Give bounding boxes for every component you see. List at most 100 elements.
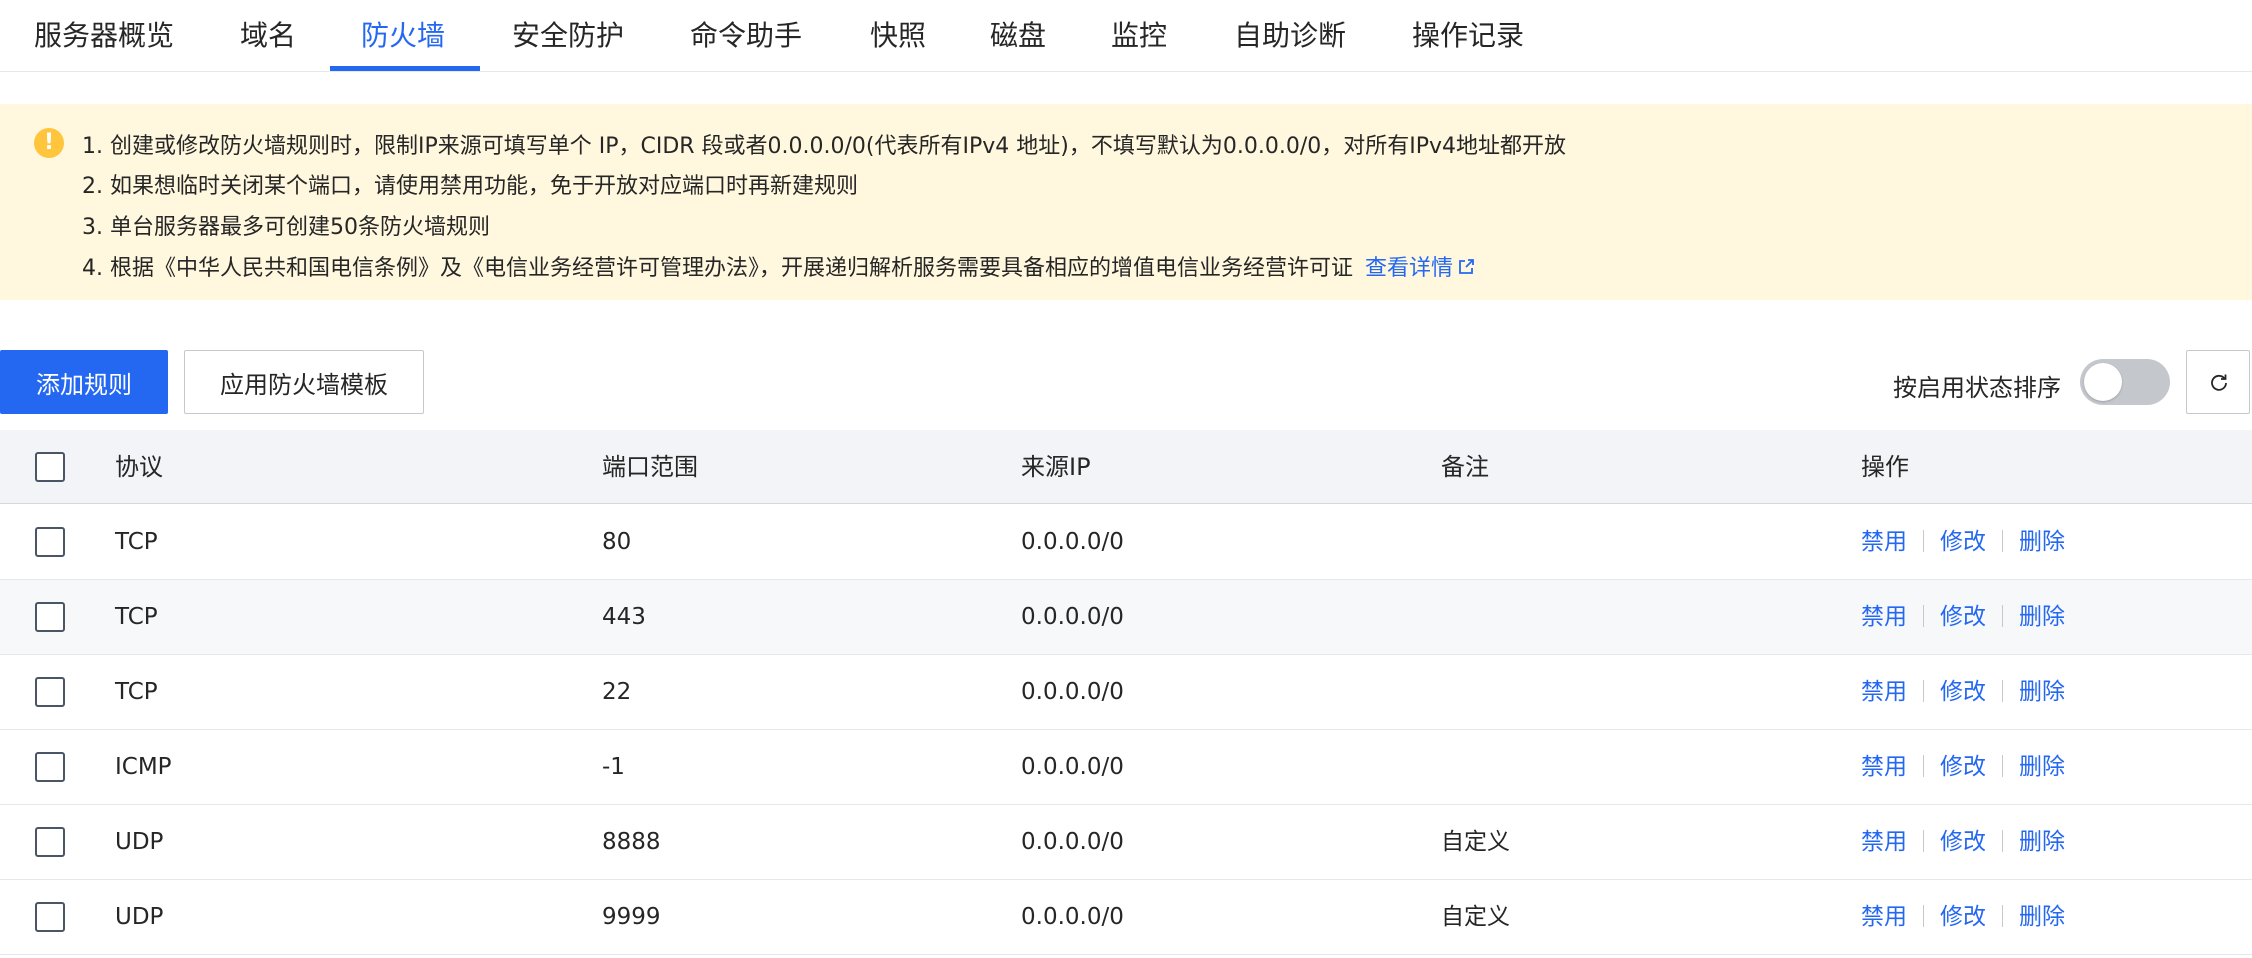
cell-protocol: TCP [115,679,158,705]
cell-port: 443 [602,604,646,630]
disable-link[interactable]: 禁用 [1861,529,1907,555]
edit-link[interactable]: 修改 [1940,529,1986,555]
sort-by-status-label: 按启用状态排序 [1893,374,2061,402]
divider [2002,905,2003,927]
row-checkbox[interactable] [35,902,65,932]
cell-source-ip: 0.0.0.0/0 [1021,829,1124,855]
notice-line-4-wrap: 4. 根据《中华人民共和国电信条例》及《电信业务经营许可管理办法》，开展递归解析… [82,250,1475,282]
table-header: 协议 端口范围 来源IP 备注 操作 [0,430,2252,504]
row-checkbox[interactable] [35,827,65,857]
disable-link[interactable]: 禁用 [1861,679,1907,705]
tab-domain[interactable]: 域名 [240,0,296,72]
disable-link[interactable]: 禁用 [1861,904,1907,930]
active-tab-indicator [330,66,480,71]
toggle-knob [2084,363,2122,401]
divider [1923,680,1924,702]
sort-by-status-toggle[interactable] [2080,359,2170,405]
tab-monitor[interactable]: 监控 [1111,0,1167,72]
table-row: TCP 22 0.0.0.0/0 禁用 修改 删除 [0,655,2252,730]
view-details-link[interactable]: 查看详情 [1365,256,1475,281]
cell-protocol: UDP [115,904,164,930]
cell-protocol: TCP [115,529,158,555]
cell-port: 8888 [602,829,661,855]
column-actions: 操作 [1861,453,1909,481]
table-row: UDP 9999 0.0.0.0/0 自定义 禁用 修改 删除 [0,880,2252,955]
row-checkbox[interactable] [35,602,65,632]
delete-link[interactable]: 删除 [2019,529,2065,555]
divider [1923,530,1924,552]
notice-line-3: 3. 单台服务器最多可创建50条防火墙规则 [82,215,490,240]
edit-link[interactable]: 修改 [1940,679,1986,705]
disable-link[interactable]: 禁用 [1861,829,1907,855]
cell-source-ip: 0.0.0.0/0 [1021,904,1124,930]
tab-firewall[interactable]: 防火墙 [361,0,445,72]
divider [2002,680,2003,702]
view-details-label: 查看详情 [1365,256,1454,281]
table-row: UDP 8888 0.0.0.0/0 自定义 禁用 修改 删除 [0,805,2252,880]
tab-server-overview[interactable]: 服务器概览 [34,0,174,72]
tab-self-diagnosis[interactable]: 自助诊断 [1234,0,1346,72]
warning-icon: ! [34,128,64,158]
cell-note: 自定义 [1441,904,1510,930]
divider [1923,905,1924,927]
table-row: TCP 443 0.0.0.0/0 禁用 修改 删除 [0,580,2252,655]
cell-actions: 禁用 修改 删除 [1861,655,2065,729]
divider [2002,530,2003,552]
edit-link[interactable]: 修改 [1940,604,1986,630]
external-link-icon [1459,259,1474,274]
tab-command-helper[interactable]: 命令助手 [690,0,802,72]
cell-source-ip: 0.0.0.0/0 [1021,679,1124,705]
disable-link[interactable]: 禁用 [1861,754,1907,780]
apply-template-button[interactable]: 应用防火墙模板 [184,350,424,414]
disable-link[interactable]: 禁用 [1861,604,1907,630]
cell-protocol: ICMP [115,754,172,780]
cell-source-ip: 0.0.0.0/0 [1021,754,1124,780]
notice-line-1: 1. 创建或修改防火墙规则时，限制IP来源可填写单个 IP，CIDR 段或者0.… [82,134,1567,159]
delete-link[interactable]: 删除 [2019,679,2065,705]
cell-actions: 禁用 修改 删除 [1861,730,2065,804]
tab-operation-log[interactable]: 操作记录 [1412,0,1524,72]
edit-link[interactable]: 修改 [1940,829,1986,855]
refresh-button[interactable] [2186,350,2250,414]
column-port-range: 端口范围 [602,453,698,481]
tab-security[interactable]: 安全防护 [512,0,624,72]
edit-link[interactable]: 修改 [1940,754,1986,780]
edit-link[interactable]: 修改 [1940,904,1986,930]
notice-line-2: 2. 如果想临时关闭某个端口，请使用禁用功能，免于开放对应端口时再新建规则 [82,174,858,199]
row-checkbox[interactable] [35,677,65,707]
tab-disk[interactable]: 磁盘 [990,0,1046,72]
cell-actions: 禁用 修改 删除 [1861,580,2065,654]
tab-snapshot[interactable]: 快照 [870,0,926,72]
column-source-ip: 来源IP [1021,453,1091,481]
cell-note: 自定义 [1441,829,1510,855]
select-all-checkbox[interactable] [35,452,65,482]
divider [1923,755,1924,777]
cell-port: -1 [602,754,625,780]
column-note: 备注 [1441,453,1489,481]
delete-link[interactable]: 删除 [2019,604,2065,630]
table-row: TCP 80 0.0.0.0/0 禁用 修改 删除 [0,505,2252,580]
divider [1923,605,1924,627]
divider [2002,605,2003,627]
notice-line-4: 4. 根据《中华人民共和国电信条例》及《电信业务经营许可管理办法》，开展递归解析… [82,256,1353,281]
add-rule-button[interactable]: 添加规则 [0,350,168,414]
divider [2002,830,2003,852]
cell-source-ip: 0.0.0.0/0 [1021,604,1124,630]
row-checkbox[interactable] [35,752,65,782]
divider [1923,830,1924,852]
delete-link[interactable]: 删除 [2019,829,2065,855]
cell-protocol: TCP [115,604,158,630]
cell-port: 80 [602,529,632,555]
cell-actions: 禁用 修改 删除 [1861,880,2065,954]
cell-actions: 禁用 修改 删除 [1861,505,2065,579]
column-protocol: 协议 [115,453,163,481]
cell-port: 22 [602,679,632,705]
cell-actions: 禁用 修改 删除 [1861,805,2065,879]
cell-source-ip: 0.0.0.0/0 [1021,529,1124,555]
delete-link[interactable]: 删除 [2019,754,2065,780]
table-row: ICMP -1 0.0.0.0/0 禁用 修改 删除 [0,730,2252,805]
row-checkbox[interactable] [35,527,65,557]
refresh-icon [2211,374,2227,391]
delete-link[interactable]: 删除 [2019,904,2065,930]
tab-bar: 服务器概览 域名 防火墙 安全防护 命令助手 快照 磁盘 监控 自助诊断 操作记… [0,0,2252,72]
